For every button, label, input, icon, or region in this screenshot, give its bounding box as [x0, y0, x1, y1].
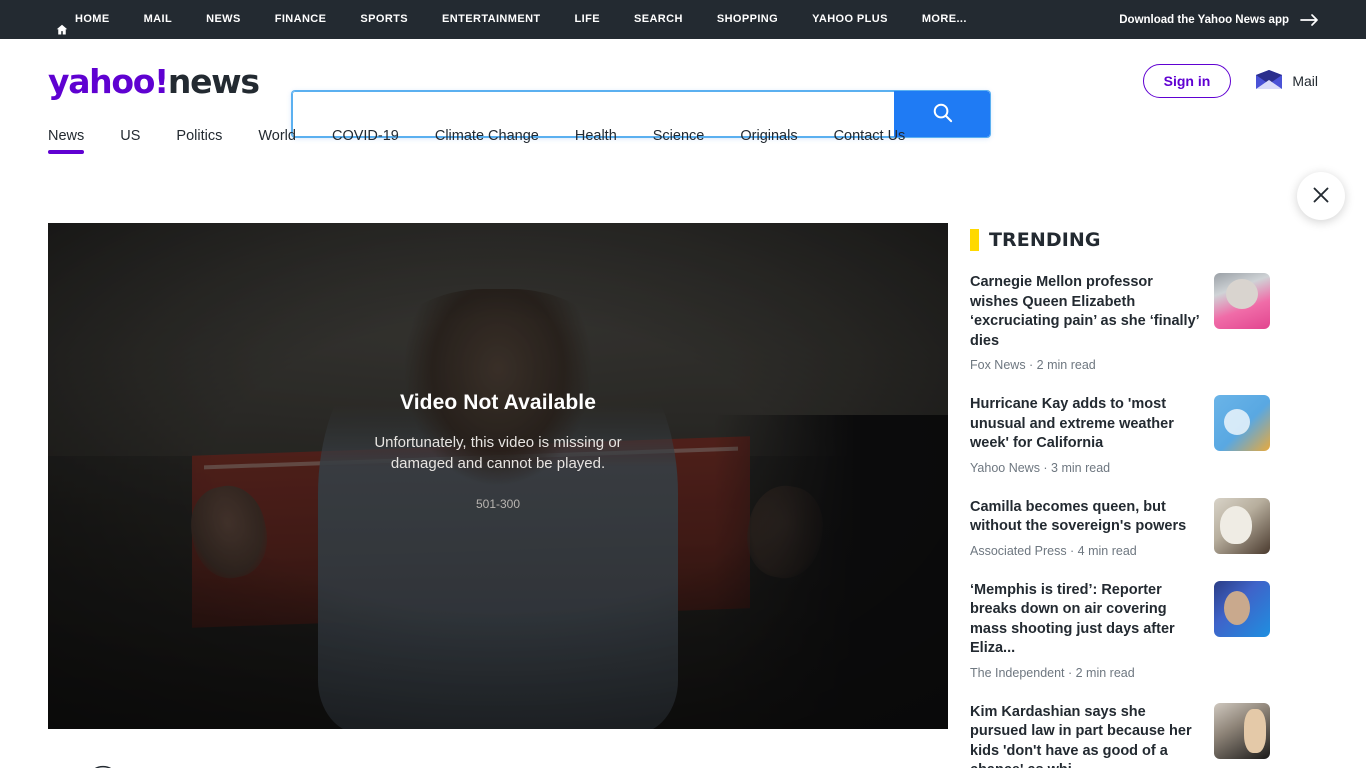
- subnav-item-science[interactable]: Science: [635, 123, 723, 149]
- mail-label: Mail: [1292, 73, 1318, 89]
- trending-item-meta: Associated Press · 4 min read: [970, 543, 1137, 558]
- topbar-item-search[interactable]: SEARCH: [617, 0, 700, 39]
- yahoo-news-logo[interactable]: yahoo!news: [48, 61, 260, 101]
- sign-in-button[interactable]: Sign in: [1142, 64, 1232, 98]
- trending-item[interactable]: Carnegie Mellon professor wishes Queen E…: [970, 267, 1270, 389]
- trending-item-meta: Yahoo News · 3 min read: [970, 460, 1111, 475]
- topbar-item-mail[interactable]: MAIL: [127, 0, 189, 39]
- player-footer: yahoo!news: [48, 729, 948, 768]
- topbar-item-home[interactable]: HOME: [48, 0, 127, 39]
- logo-section-text: news: [167, 61, 260, 101]
- close-button[interactable]: [1297, 172, 1345, 220]
- site-header: yahoo!news Sign in Mail: [0, 39, 1366, 137]
- reporter-thumbnail: [1214, 580, 1270, 637]
- section-nav: News US Politics World COVID-19 Climate …: [0, 123, 1366, 168]
- topbar-item-finance[interactable]: FINANCE: [258, 0, 344, 39]
- subnav-item-contact-us[interactable]: Contact Us: [816, 123, 924, 149]
- home-icon: [56, 14, 68, 34]
- hurricane-map-thumbnail: [1214, 395, 1270, 451]
- kim-kardashian-thumbnail: [1214, 702, 1270, 759]
- trending-item-headline: Camilla becomes queen, but without the s…: [970, 498, 1187, 535]
- trending-item-text: ‘Memphis is tired’: Reporter breaks down…: [970, 581, 1202, 680]
- trending-item[interactable]: Kim Kardashian says she pursued law in p…: [970, 697, 1270, 768]
- trending-item-meta: Fox News · 2 min read: [970, 358, 1096, 372]
- subnav-item-politics[interactable]: Politics: [158, 123, 240, 149]
- subnav-item-covid-19[interactable]: COVID-19: [314, 123, 417, 149]
- top-utility-bar: HOME MAIL NEWS FINANCE SPORTS ENTERTAINM…: [0, 0, 1366, 39]
- trending-item-headline: Hurricane Kay adds to 'most unusual and …: [970, 396, 1174, 451]
- subnav-item-us[interactable]: US: [102, 123, 158, 149]
- mail-link[interactable]: Mail: [1255, 69, 1318, 94]
- app-download-promo[interactable]: Download the Yahoo News app: [1119, 13, 1344, 27]
- queen-elizabeth-thumbnail: [1214, 273, 1270, 329]
- topbar-item-life[interactable]: LIFE: [558, 0, 617, 39]
- main-content: Video Not Available Unfortunately, this …: [0, 168, 1366, 768]
- subnav-item-climate-change[interactable]: Climate Change: [417, 123, 557, 149]
- global-nav: HOME MAIL NEWS FINANCE SPORTS ENTERTAINM…: [48, 0, 984, 39]
- logo-brand-text: yahoo!: [48, 61, 169, 101]
- player-scrim: [48, 223, 948, 729]
- trending-item[interactable]: Hurricane Kay adds to 'most unusual and …: [970, 389, 1270, 492]
- search-icon: [931, 101, 954, 127]
- trending-item-text: Camilla becomes queen, but without the s…: [970, 498, 1202, 558]
- topbar-item-news[interactable]: NEWS: [189, 0, 258, 39]
- trending-header: TRENDING: [970, 229, 1270, 251]
- trending-item-text: Hurricane Kay adds to 'most unusual and …: [970, 395, 1202, 475]
- close-icon: [1311, 185, 1331, 208]
- trending-item-headline: Kim Kardashian says she pursued law in p…: [970, 703, 1192, 768]
- trending-item-text: Carnegie Mellon professor wishes Queen E…: [970, 273, 1202, 372]
- topbar-item-yahoo-plus[interactable]: YAHOO PLUS: [795, 0, 905, 39]
- trending-title: TRENDING: [989, 229, 1101, 251]
- trending-item[interactable]: Camilla becomes queen, but without the s…: [970, 492, 1270, 575]
- app-download-label: Download the Yahoo News app: [1119, 13, 1289, 26]
- subnav-item-news[interactable]: News: [48, 123, 102, 154]
- topbar-item-more[interactable]: MORE...: [905, 0, 984, 39]
- subnav-item-originals[interactable]: Originals: [722, 123, 815, 149]
- trending-item-meta: The Independent · 2 min read: [970, 665, 1135, 680]
- topbar-item-sports[interactable]: SPORTS: [343, 0, 425, 39]
- trending-item-headline: ‘Memphis is tired’: Reporter breaks down…: [970, 581, 1175, 657]
- header-actions: Sign in Mail: [1142, 64, 1318, 98]
- arrow-right-icon: [1300, 13, 1320, 27]
- sidebar-rail: TRENDING Carnegie Mellon professor wishe…: [970, 223, 1270, 768]
- video-player[interactable]: Video Not Available Unfortunately, this …: [48, 223, 948, 729]
- envelope-icon: [1255, 69, 1283, 94]
- trending-item-text: Kim Kardashian says she pursued law in p…: [970, 703, 1202, 768]
- trending-item[interactable]: ‘Memphis is tired’: Reporter breaks down…: [970, 575, 1270, 697]
- trending-item-headline: Carnegie Mellon professor wishes Queen E…: [970, 274, 1199, 349]
- video-column: Video Not Available Unfortunately, this …: [48, 223, 948, 768]
- subnav-item-health[interactable]: Health: [557, 123, 635, 149]
- subnav-item-world[interactable]: World: [240, 123, 314, 149]
- topbar-item-shopping[interactable]: SHOPPING: [700, 0, 795, 39]
- camilla-thumbnail: [1214, 497, 1270, 554]
- topbar-item-entertainment[interactable]: ENTERTAINMENT: [425, 0, 558, 39]
- trending-marker-icon: [970, 229, 979, 251]
- topbar-item-label: HOME: [75, 13, 110, 25]
